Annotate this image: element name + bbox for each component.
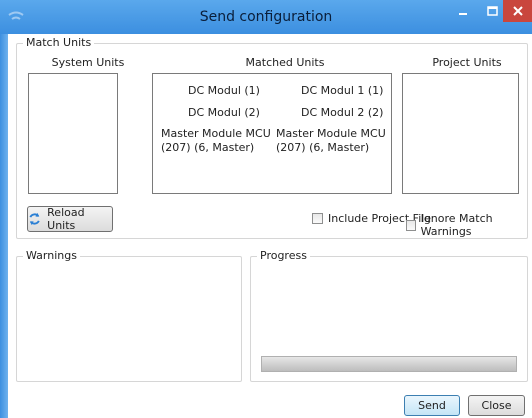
system-units-header: System Units <box>51 56 125 69</box>
reload-units-button[interactable]: Reload Units <box>27 206 113 232</box>
matched-units-list[interactable]: DC Modul (1) DC Modul 1 (1) DC Modul (2)… <box>152 73 392 194</box>
matched-system-unit[interactable]: Master Module MCU (207) (6, Master) <box>161 127 276 155</box>
title-bar[interactable]: Send configuration <box>0 0 532 34</box>
matched-project-unit[interactable]: DC Modul 1 (1) <box>301 84 383 98</box>
send-button[interactable]: Send <box>404 395 460 416</box>
progress-label: Progress <box>257 249 310 262</box>
dialog-content: Match Units System Units Matched Units P… <box>8 34 532 418</box>
refresh-icon <box>29 212 40 226</box>
matched-system-unit[interactable]: DC Modul (1) <box>188 84 260 98</box>
progress-group: Progress <box>250 249 528 382</box>
system-units-list[interactable] <box>28 73 118 194</box>
ignore-match-warnings-checkbox[interactable]: Ignore Match Warnings <box>406 212 527 238</box>
send-configuration-window: Send configuration Match Units System Un… <box>0 0 532 418</box>
warnings-group: Warnings <box>16 249 242 382</box>
close-button[interactable]: Close <box>468 395 525 416</box>
match-units-label: Match Units <box>23 36 95 49</box>
matched-project-unit[interactable]: Master Module MCU (207) (6, Master) <box>276 127 391 155</box>
ignore-match-warnings-label: Ignore Match Warnings <box>420 212 493 238</box>
reload-units-label: Reload Units <box>47 206 85 232</box>
send-label: Send <box>418 399 446 412</box>
maximize-icon <box>486 6 498 16</box>
close-icon <box>512 6 523 16</box>
close-label: Close <box>481 399 512 412</box>
matched-project-unit[interactable]: DC Modul 2 (2) <box>301 106 383 120</box>
matched-units-header: Matched Units <box>245 56 325 69</box>
matched-system-unit[interactable]: DC Modul (2) <box>188 106 260 120</box>
minimize-button[interactable] <box>449 0 477 22</box>
project-units-header: Project Units <box>432 56 502 69</box>
checkbox-box[interactable] <box>406 219 416 231</box>
checkbox-box[interactable] <box>312 213 323 224</box>
match-units-group: Match Units System Units Matched Units P… <box>16 36 528 239</box>
window-frame <box>0 34 8 418</box>
close-window-button[interactable] <box>503 0 532 22</box>
project-units-list[interactable] <box>402 73 519 194</box>
maximize-button[interactable] <box>478 0 506 22</box>
warnings-label: Warnings <box>23 249 80 262</box>
progress-bar <box>261 356 517 372</box>
minimize-icon <box>459 13 467 15</box>
